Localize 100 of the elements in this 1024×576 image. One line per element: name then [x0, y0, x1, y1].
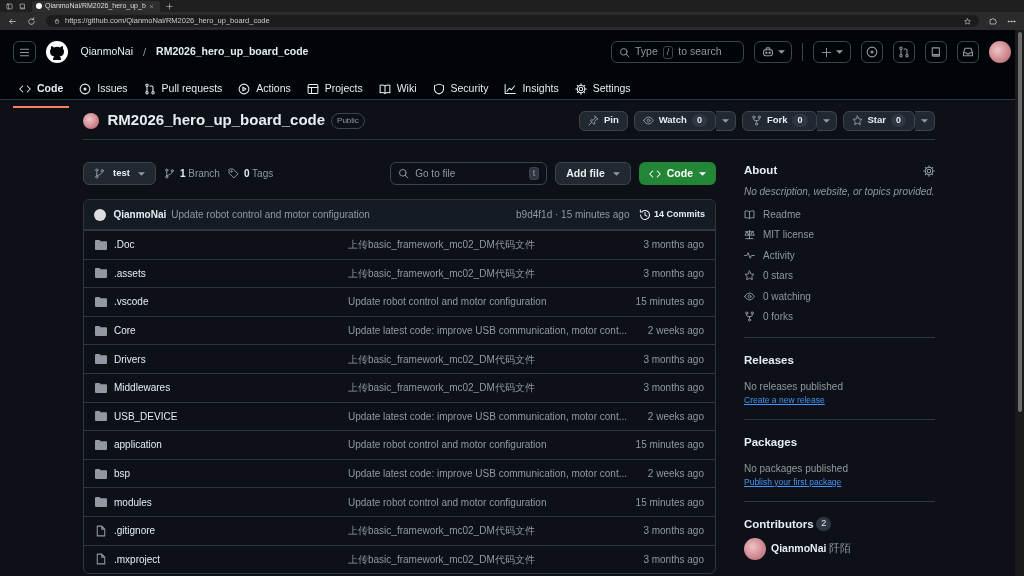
branch-count-link[interactable]: 1 Branch	[179, 166, 220, 181]
commit-message[interactable]: Update latest code: improve USB communication, motor cont...	[348, 466, 648, 482]
commit-message[interactable]: 上传basic_framework_mc02_DM代码文件	[348, 237, 644, 253]
file-name[interactable]: Core	[114, 323, 136, 339]
pin-icon	[587, 115, 599, 126]
dropdown-button[interactable]	[915, 110, 935, 131]
nav-tab[interactable]: Actions	[232, 72, 297, 108]
octocat-logo[interactable]	[46, 41, 68, 63]
about-link[interactable]: 0 stars	[763, 268, 793, 284]
pull-request-icon	[143, 83, 156, 95]
commit-message[interactable]: Update robot control and motor configuration	[171, 207, 370, 222]
settings-button[interactable]	[923, 164, 935, 177]
folder-icon	[95, 468, 107, 479]
file-name[interactable]: .Doc	[114, 237, 135, 253]
user-avatar[interactable]	[989, 41, 1011, 63]
file-name[interactable]: application	[114, 437, 162, 453]
commit-message[interactable]: Update robot control and motor configuration	[348, 294, 636, 310]
file-name[interactable]: USB_DEVICE	[114, 408, 178, 424]
commit-message[interactable]: 上传basic_framework_mc02_DM代码文件	[348, 351, 644, 367]
file-name[interactable]: bsp	[114, 466, 131, 482]
commit-message[interactable]: Update latest code: improve USB communication, motor cont...	[348, 408, 648, 424]
link-text[interactable]: Create a new release	[744, 393, 935, 407]
file-name[interactable]: .gitignore	[114, 523, 156, 539]
commit-message[interactable]: 上传basic_framework_mc02_DM代码文件	[348, 265, 644, 281]
create-button[interactable]	[813, 41, 851, 63]
nav-tab[interactable]: Projects	[300, 72, 369, 108]
caret-icon	[699, 171, 706, 176]
commit-message[interactable]: 上传basic_framework_mc02_DM代码文件	[348, 523, 644, 539]
code-icon	[648, 167, 661, 180]
eye-icon	[642, 115, 654, 126]
menu-button[interactable]	[13, 41, 36, 63]
add-file-button[interactable]: Add file	[555, 162, 631, 185]
file-name[interactable]: modules	[114, 494, 152, 510]
section-heading: Packages	[744, 434, 799, 450]
dropdown-button[interactable]	[816, 110, 837, 131]
nav-tab[interactable]: Pull requests	[137, 72, 229, 108]
issues-button[interactable]	[861, 41, 883, 63]
about-description: No description, website, or topics provided.	[744, 185, 935, 200]
book-icon	[744, 208, 755, 220]
file-name[interactable]: Drivers	[114, 351, 146, 367]
pull-requests-button[interactable]	[893, 41, 915, 63]
author-avatar[interactable]	[94, 208, 106, 221]
inbox-button[interactable]	[957, 41, 979, 63]
about-link[interactable]: 0 forks	[763, 308, 793, 324]
code-button[interactable]: Code	[638, 162, 716, 185]
nav-tab[interactable]: Security	[426, 72, 495, 108]
commit-time: 2 weeks ago	[647, 324, 704, 339]
eye-action-button[interactable]: Watch 0	[633, 110, 716, 131]
about-link[interactable]: Activity	[763, 247, 795, 263]
commits-link[interactable]: 14 Commits	[653, 207, 705, 222]
tag-count-link[interactable]: 0 Tags	[243, 166, 274, 181]
search-field[interactable]: Type / to search	[611, 41, 744, 63]
folder-icon	[95, 382, 107, 393]
about-link[interactable]: 0 watching	[763, 288, 811, 304]
about-link[interactable]: Readme	[763, 206, 801, 222]
star-action-button[interactable]: Star 0	[842, 110, 915, 131]
owner-link[interactable]: QianmoNai	[80, 44, 134, 60]
commit-message[interactable]: Update robot control and motor configuration	[348, 494, 636, 510]
commit-message[interactable]: 上传basic_framework_mc02_DM代码文件	[348, 551, 644, 567]
repo-icon	[930, 46, 942, 58]
section-heading: Releases	[744, 352, 795, 368]
copilot-button[interactable]	[754, 41, 792, 63]
star-icon	[744, 270, 755, 282]
commit-author[interactable]: QianmoNai	[113, 207, 167, 222]
about-link[interactable]: MIT license	[763, 227, 814, 243]
book-icon	[378, 83, 391, 95]
commit-message[interactable]: Update robot control and motor configuration	[348, 437, 636, 453]
file-name[interactable]: .mxproject	[114, 551, 161, 567]
repo-link[interactable]: RM2026_hero_up_board_code	[156, 44, 309, 60]
go-to-file-field[interactable]: Go to file t	[390, 162, 548, 185]
commit-meta[interactable]: b9d4f1d · 15 minutes ago	[516, 207, 630, 222]
dropdown-button[interactable]	[715, 110, 736, 131]
branch-selector[interactable]: test	[83, 162, 156, 185]
caret-icon	[137, 171, 145, 176]
contributor-avatar[interactable]	[744, 537, 766, 560]
repo-owner-avatar[interactable]	[83, 112, 99, 129]
fork-action-button[interactable]: Fork 0	[741, 110, 817, 131]
file-name[interactable]: .assets	[114, 265, 146, 281]
pin-action-button[interactable]: Pin	[578, 110, 628, 131]
commit-message[interactable]: 上传basic_framework_mc02_DM代码文件	[348, 380, 644, 396]
link-text[interactable]: Publish your first package	[744, 475, 935, 489]
contributor-name[interactable]: QianmoNai 阡陌	[771, 540, 852, 557]
commit-time: 3 months ago	[643, 381, 704, 396]
nav-tab[interactable]: Issues	[73, 72, 134, 108]
caret-icon	[836, 50, 843, 54]
commit-time: 15 minutes ago	[635, 295, 704, 310]
file-name[interactable]: .vscode	[114, 294, 149, 310]
search-icon	[619, 46, 630, 58]
file-icon	[95, 553, 107, 566]
fork-icon	[750, 115, 762, 126]
caret-icon	[921, 118, 928, 123]
nav-tab[interactable]: Insights	[498, 72, 565, 108]
nav-tab[interactable]: Code	[13, 72, 70, 108]
commit-message[interactable]: Update latest code: improve USB communication, motor cont...	[348, 323, 648, 339]
repositories-button[interactable]	[925, 41, 947, 63]
pull-request-icon	[898, 46, 910, 58]
nav-tab[interactable]: Wiki	[372, 72, 423, 108]
file-name[interactable]: Middlewares	[114, 380, 171, 396]
tag-icon	[227, 168, 239, 179]
nav-tab[interactable]: Settings	[568, 72, 637, 108]
